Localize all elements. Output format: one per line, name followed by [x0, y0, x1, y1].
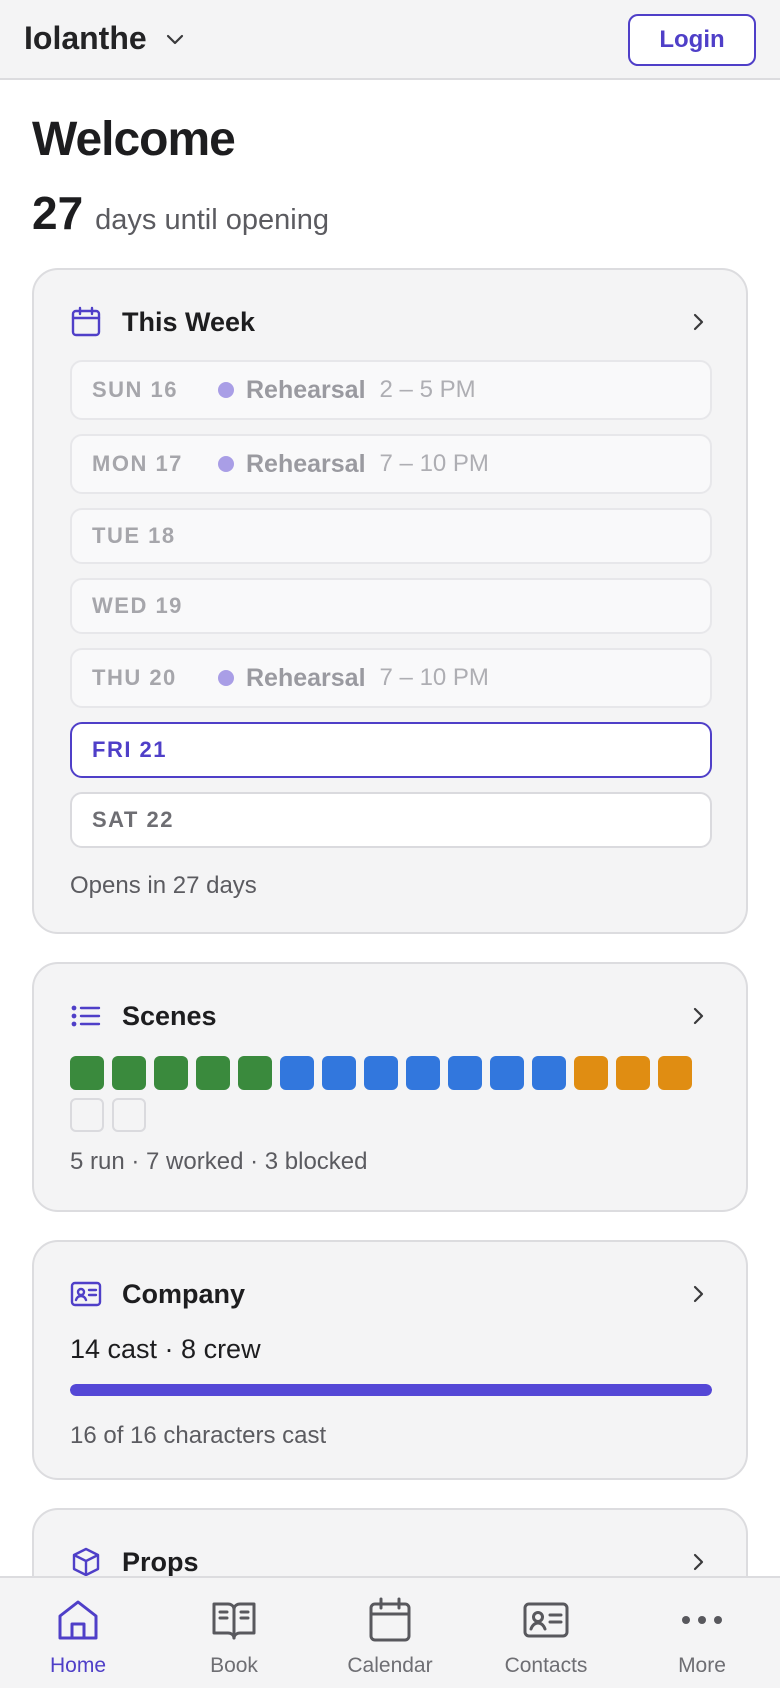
tab-label: Book — [210, 1654, 258, 1677]
opening-countdown: 27 days until opening — [32, 186, 329, 240]
event-dot — [218, 456, 234, 472]
scene-status-square-worked — [490, 1056, 524, 1090]
scene-status-square-worked — [448, 1056, 482, 1090]
chevron-right-icon — [693, 1285, 704, 1303]
company-title: Company — [122, 1278, 246, 1309]
scene-status-square-blocked — [658, 1056, 692, 1090]
event-name: Rehearsal — [246, 375, 366, 404]
day-label: SUN 16 — [92, 377, 179, 402]
scenes-summary: 5 run · 7 worked · 3 blocked — [70, 1148, 368, 1175]
tab-label: Contacts — [504, 1654, 588, 1677]
list-icon — [70, 1000, 102, 1032]
scene-status-square-worked — [406, 1056, 440, 1090]
event-dot — [218, 382, 234, 398]
contact-card-icon — [522, 1596, 570, 1644]
tab-contacts[interactable]: Contacts — [468, 1578, 624, 1688]
company-header[interactable]: Company — [70, 1274, 710, 1314]
scenes-title: Scenes — [122, 1000, 217, 1031]
calendar-icon — [70, 306, 102, 338]
casting-progress-bar — [70, 1384, 712, 1396]
bottom-tab-bar: Home Book Calendar Contacts More — [0, 1576, 780, 1688]
chevron-right-icon — [693, 1007, 704, 1025]
day-label: WED 19 — [92, 593, 183, 618]
calendar-icon — [366, 1596, 414, 1644]
tab-label: Calendar — [347, 1654, 433, 1677]
opens-in-text: Opens in 27 days — [70, 872, 257, 899]
scene-status-square-run — [112, 1056, 146, 1090]
event-name: Rehearsal — [246, 449, 366, 478]
show-name: Iolanthe — [24, 20, 147, 56]
event-time: 7 – 10 PM — [379, 450, 489, 477]
chevron-down-icon — [166, 34, 183, 44]
event-time: 7 – 10 PM — [379, 664, 489, 691]
day-row-sun-16[interactable]: SUN 16 Rehearsal 2 – 5 PM — [70, 360, 712, 420]
event-name: Rehearsal — [246, 663, 366, 692]
chevron-right-icon — [693, 1553, 704, 1571]
day-row-fri-21-today[interactable]: FRI 21 — [70, 722, 712, 778]
show-selector[interactable]: Iolanthe — [24, 20, 187, 57]
scene-status-square-run — [196, 1056, 230, 1090]
contact-card-icon — [70, 1278, 102, 1310]
day-row-mon-17[interactable]: MON 17 Rehearsal 7 – 10 PM — [70, 434, 712, 494]
login-button[interactable]: Login — [628, 14, 756, 66]
days-until-opening-label: days until opening — [95, 204, 329, 236]
day-row-wed-19[interactable]: WED 19 — [70, 578, 712, 634]
casting-summary: 16 of 16 characters cast — [70, 1422, 327, 1449]
scene-status-square-worked — [322, 1056, 356, 1090]
day-row-thu-20[interactable]: THU 20 Rehearsal 7 – 10 PM — [70, 648, 712, 708]
scene-status-square-worked — [280, 1056, 314, 1090]
day-row-sat-22[interactable]: SAT 22 — [70, 792, 712, 848]
book-icon — [210, 1596, 258, 1644]
casting-progress-fill — [70, 1384, 712, 1396]
cube-icon — [70, 1546, 102, 1578]
tab-label: Home — [49, 1654, 107, 1677]
day-label: MON 17 — [92, 451, 183, 476]
props-title: Props — [122, 1546, 199, 1577]
this-week-card[interactable]: This Week SUN 16 Rehearsal 2 – 5 PM MON … — [32, 268, 748, 934]
top-bar: Iolanthe Login — [0, 0, 780, 80]
more-dots-icon — [678, 1596, 726, 1644]
scenes-header[interactable]: Scenes — [70, 996, 710, 1036]
day-label: FRI 21 — [92, 737, 168, 762]
home-icon — [54, 1596, 102, 1644]
company-card[interactable]: Company 14 cast · 8 crew 16 of 16 charac… — [32, 1240, 748, 1480]
page-title: Welcome — [32, 113, 236, 166]
this-week-header[interactable]: This Week — [70, 302, 710, 342]
day-label: TUE 18 — [92, 523, 176, 548]
scene-status-square-run — [238, 1056, 272, 1090]
scene-status-square-blocked — [616, 1056, 650, 1090]
scene-status-square-run — [154, 1056, 188, 1090]
day-label: THU 20 — [92, 665, 177, 690]
company-counts: 14 cast · 8 crew — [70, 1334, 261, 1364]
day-row-tue-18[interactable]: TUE 18 — [70, 508, 712, 564]
scene-status-square-run — [70, 1056, 104, 1090]
event-time: 2 – 5 PM — [379, 376, 476, 403]
scene-status-square-worked — [532, 1056, 566, 1090]
this-week-title: This Week — [122, 306, 256, 337]
tab-calendar[interactable]: Calendar — [312, 1578, 468, 1688]
day-label: SAT 22 — [92, 807, 174, 832]
days-until-opening-number: 27 — [32, 187, 84, 239]
event-dot — [218, 670, 234, 686]
tab-label: More — [678, 1654, 726, 1677]
scene-status-square-worked — [364, 1056, 398, 1090]
tab-home[interactable]: Home — [0, 1578, 156, 1688]
chevron-right-icon — [693, 313, 704, 331]
scenes-card[interactable]: Scenes 5 run · 7 worked · 3 blocked — [32, 962, 748, 1212]
tab-book[interactable]: Book — [156, 1578, 312, 1688]
scene-status-square-blocked — [574, 1056, 608, 1090]
scene-status-square-none — [112, 1098, 146, 1132]
tab-more[interactable]: More — [624, 1578, 780, 1688]
scene-status-square-none — [70, 1098, 104, 1132]
